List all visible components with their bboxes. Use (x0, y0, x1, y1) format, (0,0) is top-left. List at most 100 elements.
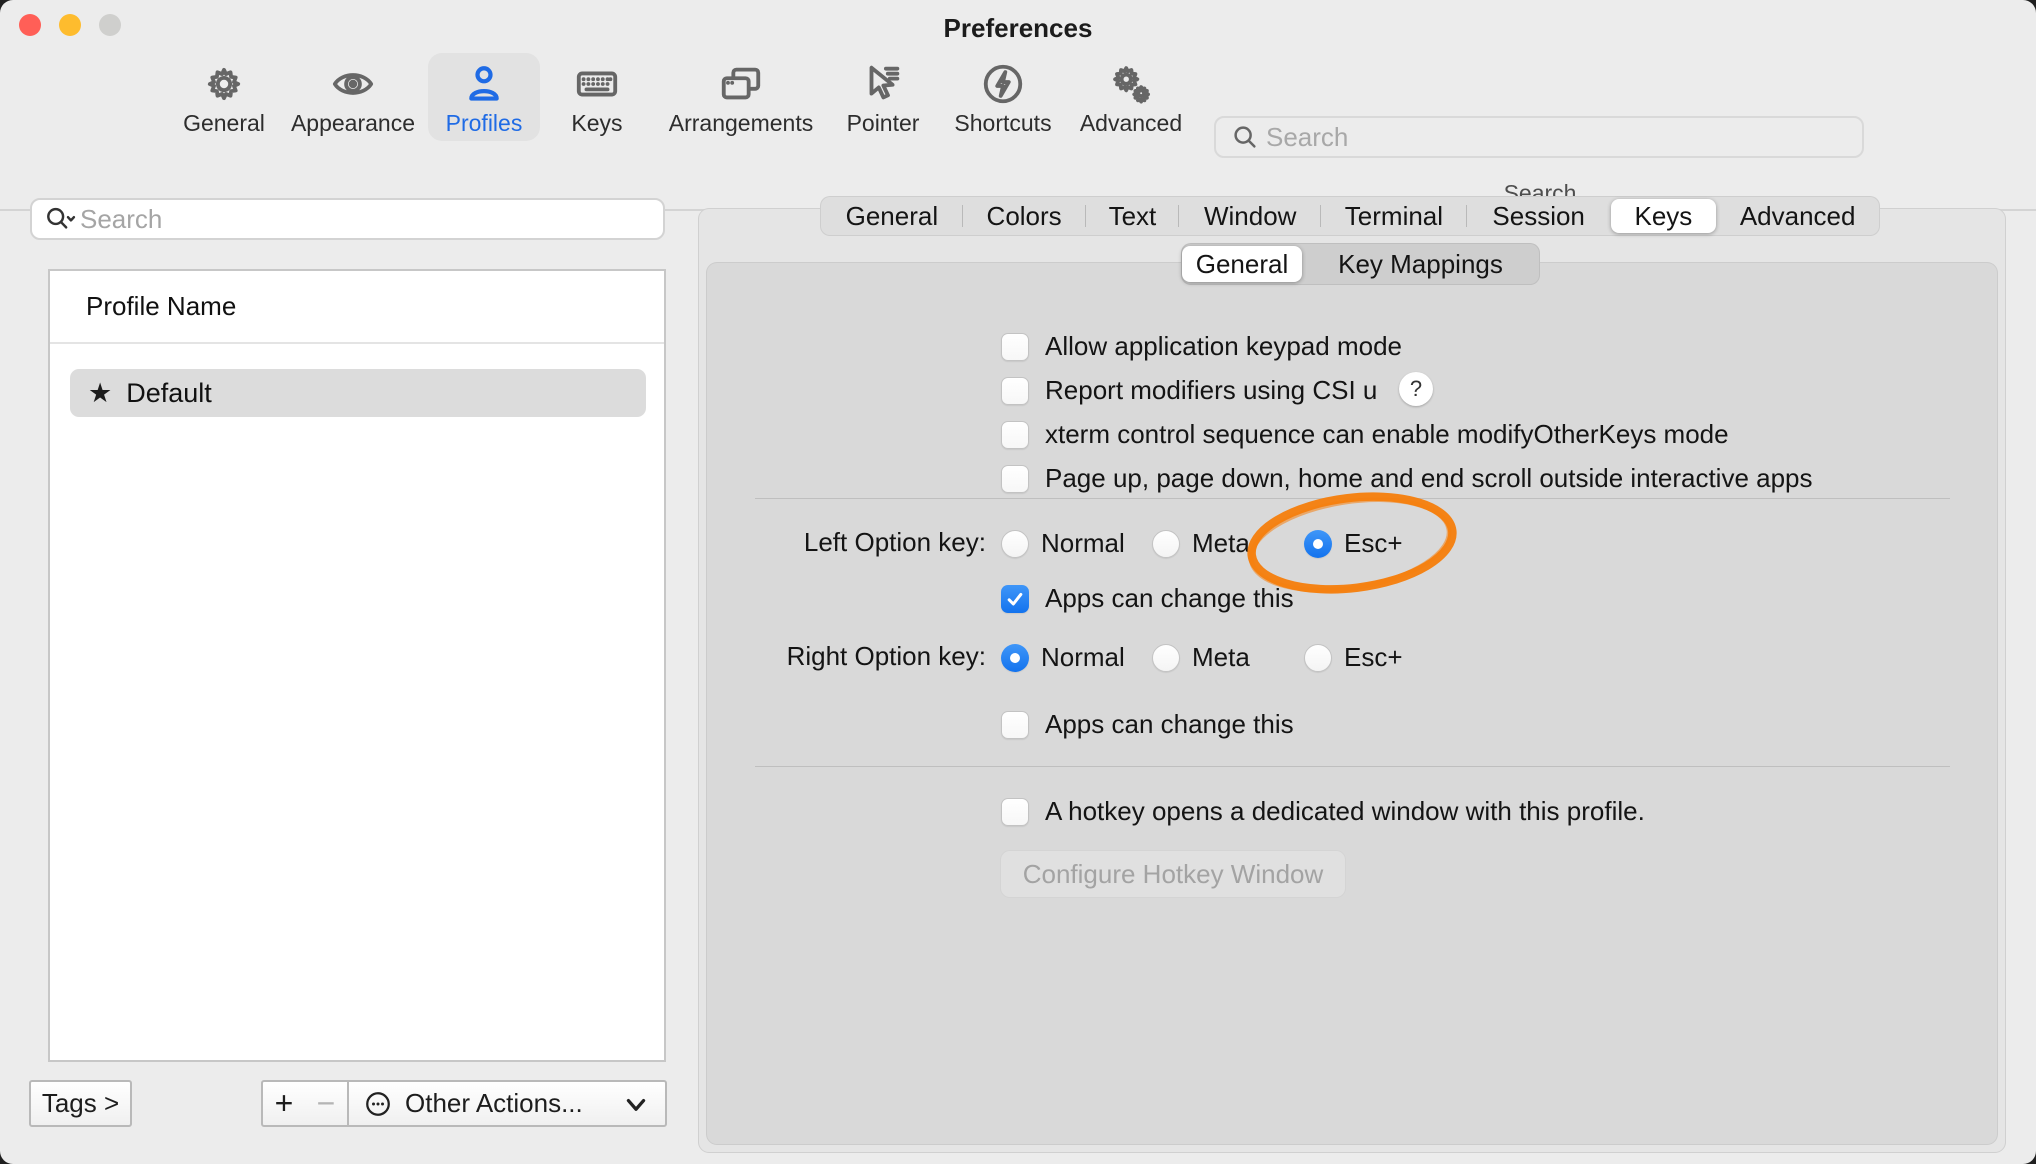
radio-right-esc[interactable]: Esc+ (1304, 642, 1403, 673)
screen: Preferences General Appearance (0, 0, 2036, 1164)
section-divider (755, 766, 1950, 767)
tab-general[interactable]: General (821, 197, 963, 235)
checkbox-row[interactable]: Allow application keypad mode (1001, 331, 1402, 362)
star-icon: ★ (88, 378, 112, 409)
checkbox-label: Report modifiers using CSI u (1045, 375, 1377, 406)
other-actions-dropdown[interactable]: Other Actions... (347, 1080, 667, 1127)
add-profile-button[interactable]: + (261, 1080, 307, 1127)
configure-hotkey-window-button: Configure Hotkey Window (1000, 850, 1346, 898)
remove-profile-button[interactable]: − (305, 1080, 349, 1127)
person-icon (460, 60, 508, 108)
gears-icon (1107, 60, 1155, 108)
radio-label: Esc+ (1344, 642, 1403, 673)
profile-search-input[interactable] (76, 204, 663, 235)
checkbox-label: Allow application keypad mode (1045, 331, 1402, 362)
gear-icon (200, 60, 248, 108)
section-divider (755, 498, 1950, 499)
keys-subtab-bar: General Key Mappings (1181, 243, 1540, 285)
radio-unchecked[interactable] (1304, 644, 1332, 672)
tab-window[interactable]: Window (1179, 197, 1321, 235)
search-icon (1230, 122, 1260, 152)
subtab-key-mappings[interactable]: Key Mappings (1302, 244, 1539, 284)
profile-row-default[interactable]: ★ Default (70, 369, 646, 417)
search-scope-icon (44, 203, 76, 235)
toolbar: General Appearance Profiles (0, 52, 2036, 157)
help-button[interactable]: ? (1399, 372, 1433, 406)
checkbox-row[interactable]: xterm control sequence can enable modify… (1001, 419, 1729, 450)
toolbar-label: Keys (571, 110, 622, 137)
radio-unchecked[interactable] (1152, 644, 1180, 672)
toolbar-label: General (183, 110, 265, 137)
checkbox-row[interactable]: Page up, page down, home and end scroll … (1001, 463, 1813, 494)
toolbar-item-advanced[interactable]: Advanced (1051, 52, 1211, 152)
check-icon (1005, 589, 1025, 609)
checkbox-unchecked[interactable] (1001, 421, 1029, 449)
profile-name: Default (126, 378, 212, 409)
eye-icon (329, 60, 377, 108)
checkbox-label: Apps can change this (1045, 709, 1294, 740)
radio-label: Normal (1041, 642, 1125, 673)
profile-search-field[interactable] (30, 198, 665, 240)
checkbox-checked[interactable] (1001, 585, 1029, 613)
preferences-window: Preferences General Appearance (0, 0, 2036, 1164)
checkbox-unchecked[interactable] (1001, 377, 1029, 405)
cursor-icon (859, 60, 907, 108)
toolbar-label: Arrangements (669, 110, 813, 137)
radio-unchecked[interactable] (1152, 530, 1180, 558)
checkbox-unchecked[interactable] (1001, 465, 1029, 493)
profile-list-header-divider (50, 342, 664, 344)
radio-left-esc[interactable]: Esc+ (1304, 528, 1403, 559)
radio-label: Meta (1192, 528, 1250, 559)
toolbar-label: Profiles (446, 110, 523, 137)
tags-button[interactable]: Tags > (29, 1080, 132, 1127)
apps-can-change-right[interactable]: Apps can change this (1001, 709, 1294, 740)
radio-unchecked[interactable] (1001, 530, 1029, 558)
checkbox-unchecked[interactable] (1001, 798, 1029, 826)
checkbox-label: A hotkey opens a dedicated window with t… (1045, 796, 1645, 827)
toolbar-label: Advanced (1080, 110, 1182, 137)
toolbar-item-arrangements[interactable]: Arrangements (661, 52, 821, 152)
keyboard-icon (573, 60, 621, 108)
radio-left-meta[interactable]: Meta (1152, 528, 1250, 559)
subtab-general[interactable]: General (1182, 246, 1302, 282)
toolbar-label: Appearance (291, 110, 415, 137)
other-actions-label: Other Actions... (405, 1088, 583, 1119)
checkbox-unchecked[interactable] (1001, 333, 1029, 361)
checkbox-label: Page up, page down, home and end scroll … (1045, 463, 1813, 494)
toolbar-search-input[interactable] (1260, 122, 1862, 153)
chevron-down-icon (623, 1096, 649, 1116)
tab-colors[interactable]: Colors (963, 197, 1086, 235)
tab-terminal[interactable]: Terminal (1321, 197, 1467, 235)
radio-checked[interactable] (1001, 644, 1029, 672)
toolbar-label: Pointer (847, 110, 920, 137)
checkbox-unchecked[interactable] (1001, 711, 1029, 739)
profile-list: Profile Name ★ Default (48, 269, 666, 1062)
hotkey-checkbox-row[interactable]: A hotkey opens a dedicated window with t… (1001, 796, 1645, 827)
radio-right-normal[interactable]: Normal (1001, 642, 1125, 673)
checkbox-label: xterm control sequence can enable modify… (1045, 419, 1729, 450)
tab-keys[interactable]: Keys (1611, 199, 1717, 233)
radio-left-normal[interactable]: Normal (1001, 528, 1125, 559)
lightning-icon (979, 60, 1027, 108)
radio-label: Esc+ (1344, 528, 1403, 559)
checkbox-row[interactable]: Report modifiers using CSI u (1001, 375, 1377, 406)
window-title: Preferences (0, 0, 2036, 52)
toolbar-item-keys[interactable]: Keys (517, 52, 677, 152)
profile-list-header: Profile Name (86, 291, 236, 322)
radio-checked[interactable] (1304, 530, 1332, 558)
right-option-key-label: Right Option key: (600, 641, 986, 672)
tab-session[interactable]: Session (1467, 197, 1611, 235)
circle-ellipsis-icon (363, 1089, 393, 1119)
left-option-key-label: Left Option key: (600, 527, 986, 558)
toolbar-label: Shortcuts (954, 110, 1051, 137)
tab-text[interactable]: Text (1086, 197, 1180, 235)
toolbar-search-field[interactable] (1214, 116, 1864, 158)
windows-icon (717, 60, 765, 108)
checkbox-label: Apps can change this (1045, 583, 1294, 614)
profile-tab-bar: General Colors Text Window Terminal Sess… (820, 196, 1880, 236)
radio-label: Meta (1192, 642, 1250, 673)
radio-label: Normal (1041, 528, 1125, 559)
apps-can-change-left[interactable]: Apps can change this (1001, 583, 1294, 614)
tab-advanced[interactable]: Advanced (1716, 197, 1879, 235)
radio-right-meta[interactable]: Meta (1152, 642, 1250, 673)
